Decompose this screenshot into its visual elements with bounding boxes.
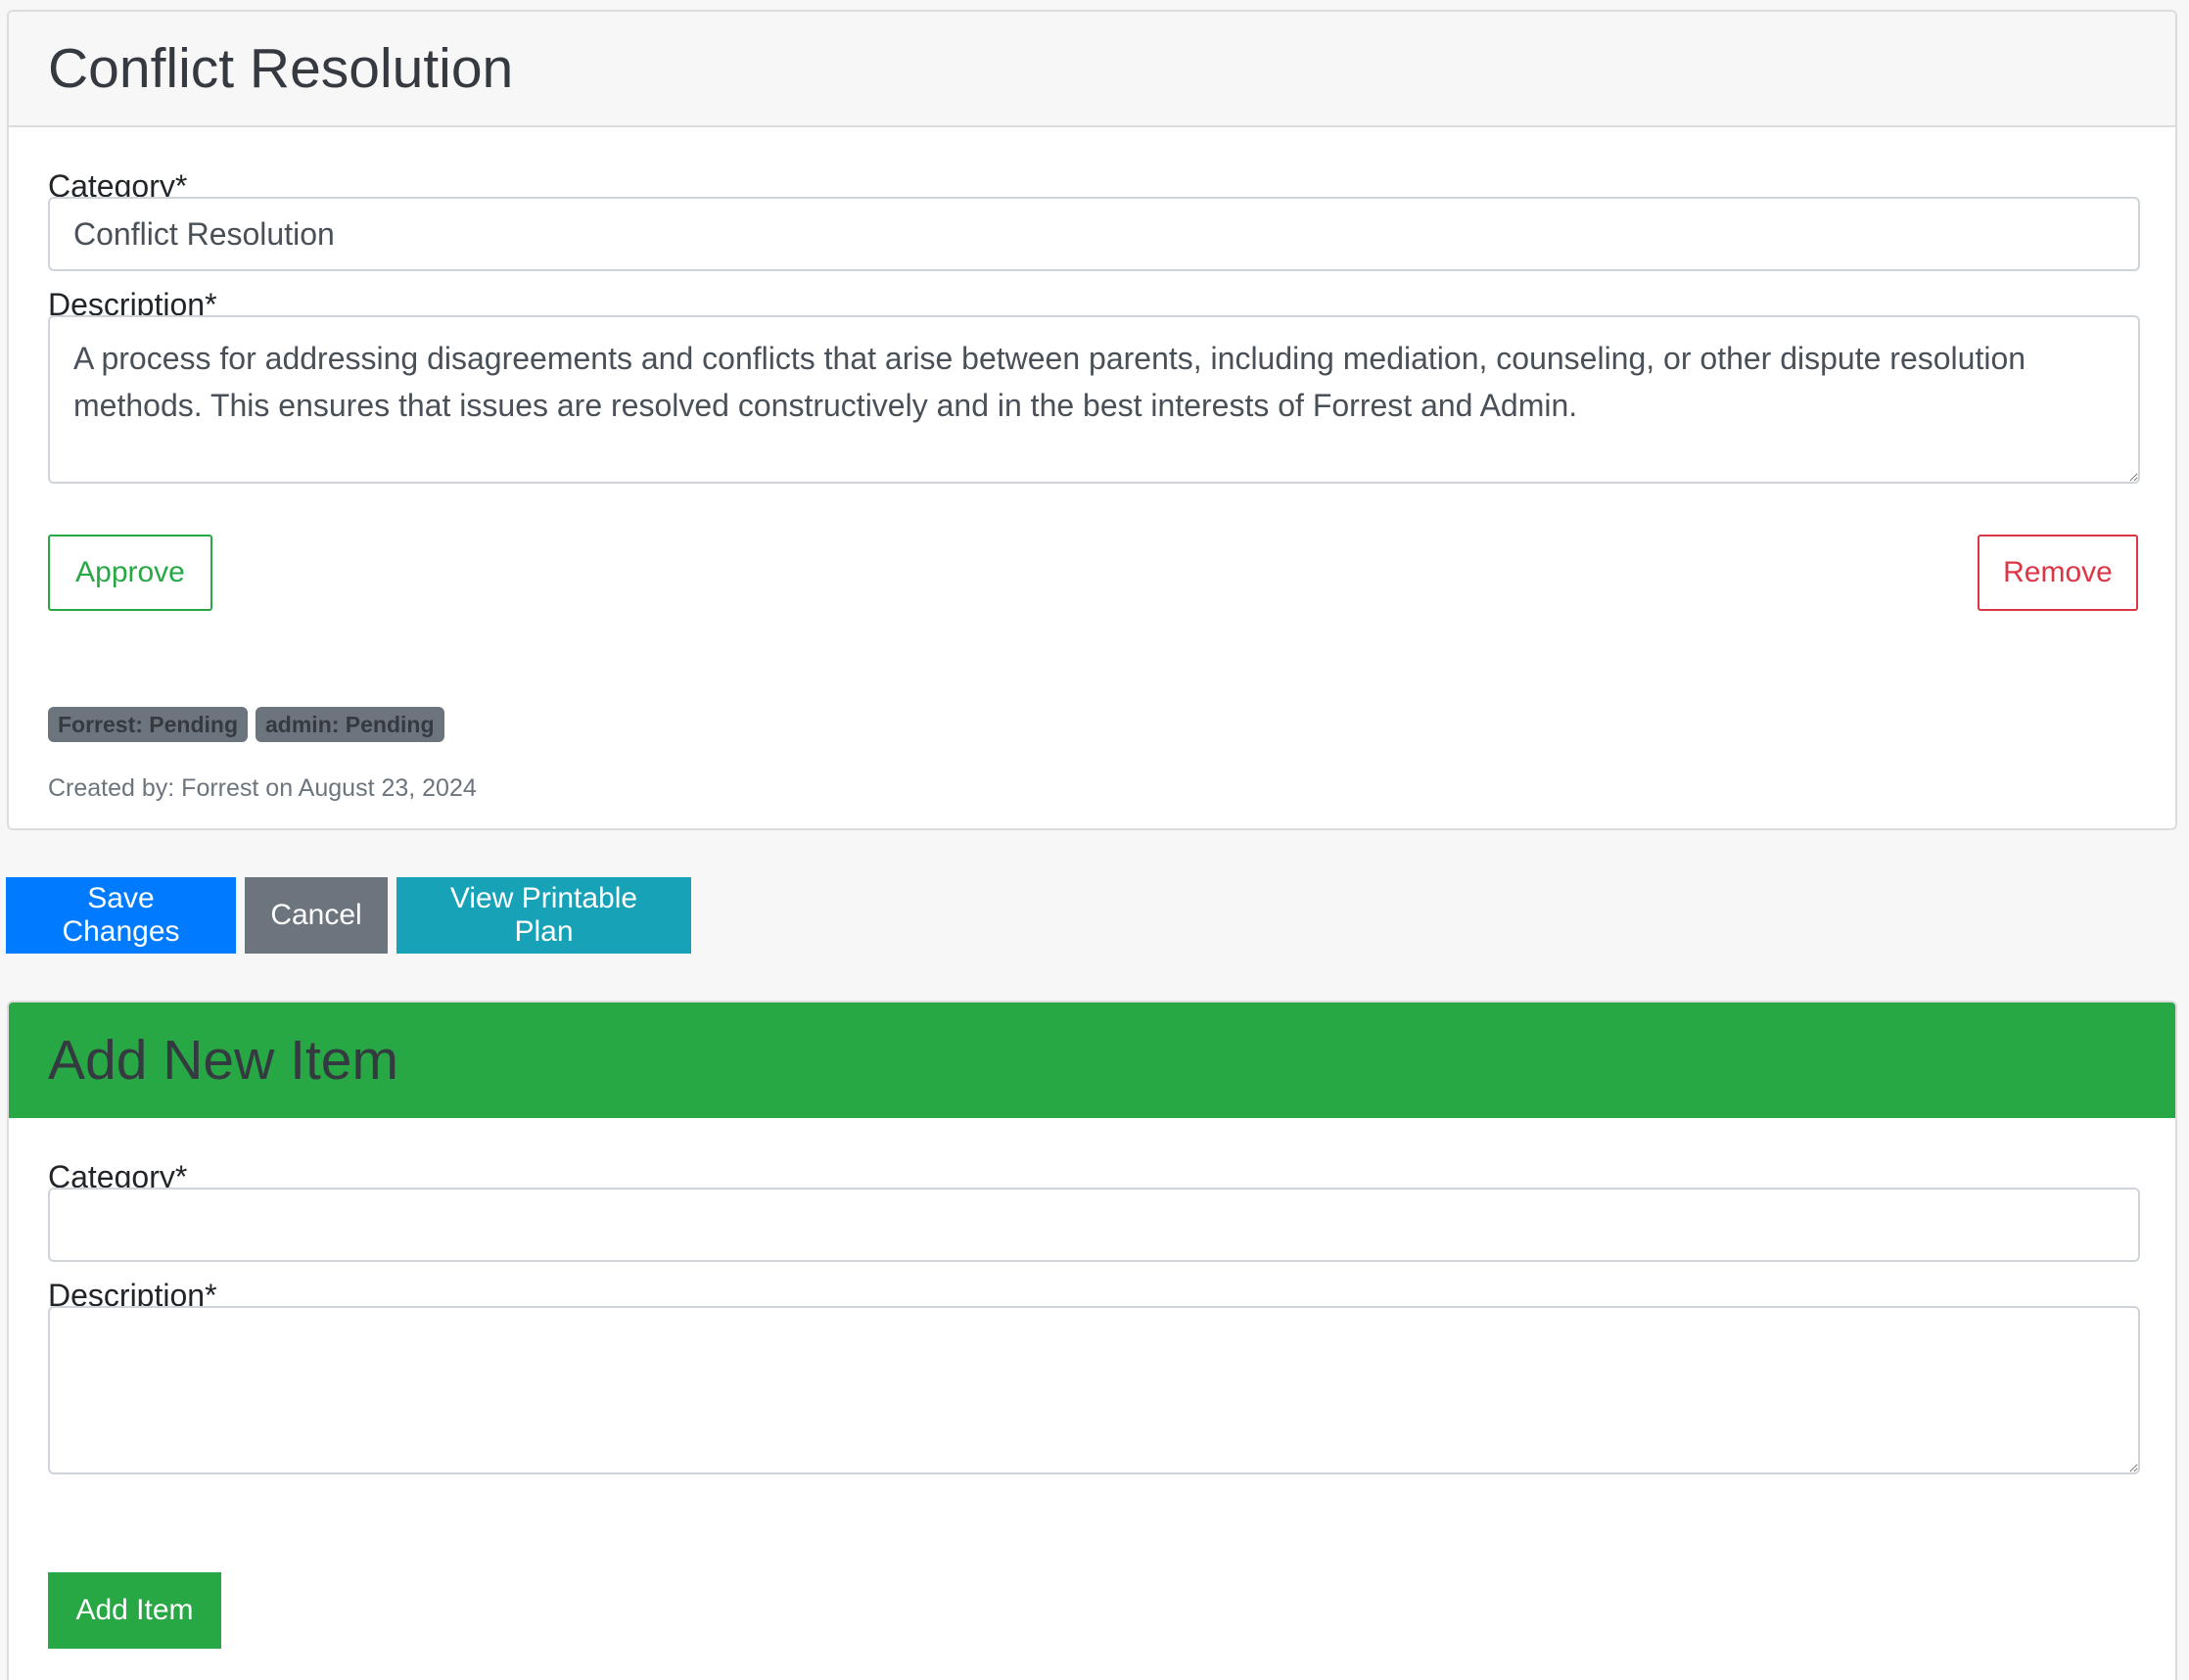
new-category-input[interactable]	[48, 1188, 2140, 1262]
approval-badges: Forrest: Pending admin: Pending	[48, 707, 444, 742]
cancel-button[interactable]: Cancel	[245, 877, 388, 954]
created-by-text: Created by: Forrest on August 23, 2024	[48, 774, 477, 802]
category-input[interactable]	[48, 197, 2140, 271]
item-card-header: Conflict Resolution	[9, 12, 2175, 127]
view-printable-plan-button[interactable]: View Printable Plan	[396, 877, 691, 954]
add-item-title: Add New Item	[48, 1028, 398, 1092]
add-item-card: Add New Item Category* Description* Add …	[7, 1001, 2177, 1680]
description-textarea[interactable]: A process for addressing disagreements a…	[48, 315, 2140, 484]
item-title: Conflict Resolution	[48, 36, 514, 100]
new-description-textarea[interactable]	[48, 1306, 2140, 1474]
item-card: Conflict Resolution Category* Descriptio…	[7, 10, 2177, 830]
status-badge: admin: Pending	[256, 707, 444, 742]
save-changes-button[interactable]: Save Changes	[6, 877, 236, 954]
status-badge: Forrest: Pending	[48, 707, 249, 742]
approve-button[interactable]: Approve	[48, 535, 212, 611]
add-item-card-header: Add New Item	[9, 1003, 2175, 1118]
remove-button[interactable]: Remove	[1978, 535, 2138, 611]
add-item-button[interactable]: Add Item	[48, 1572, 221, 1649]
action-bar: Save Changes Cancel View Printable Plan	[6, 877, 691, 954]
